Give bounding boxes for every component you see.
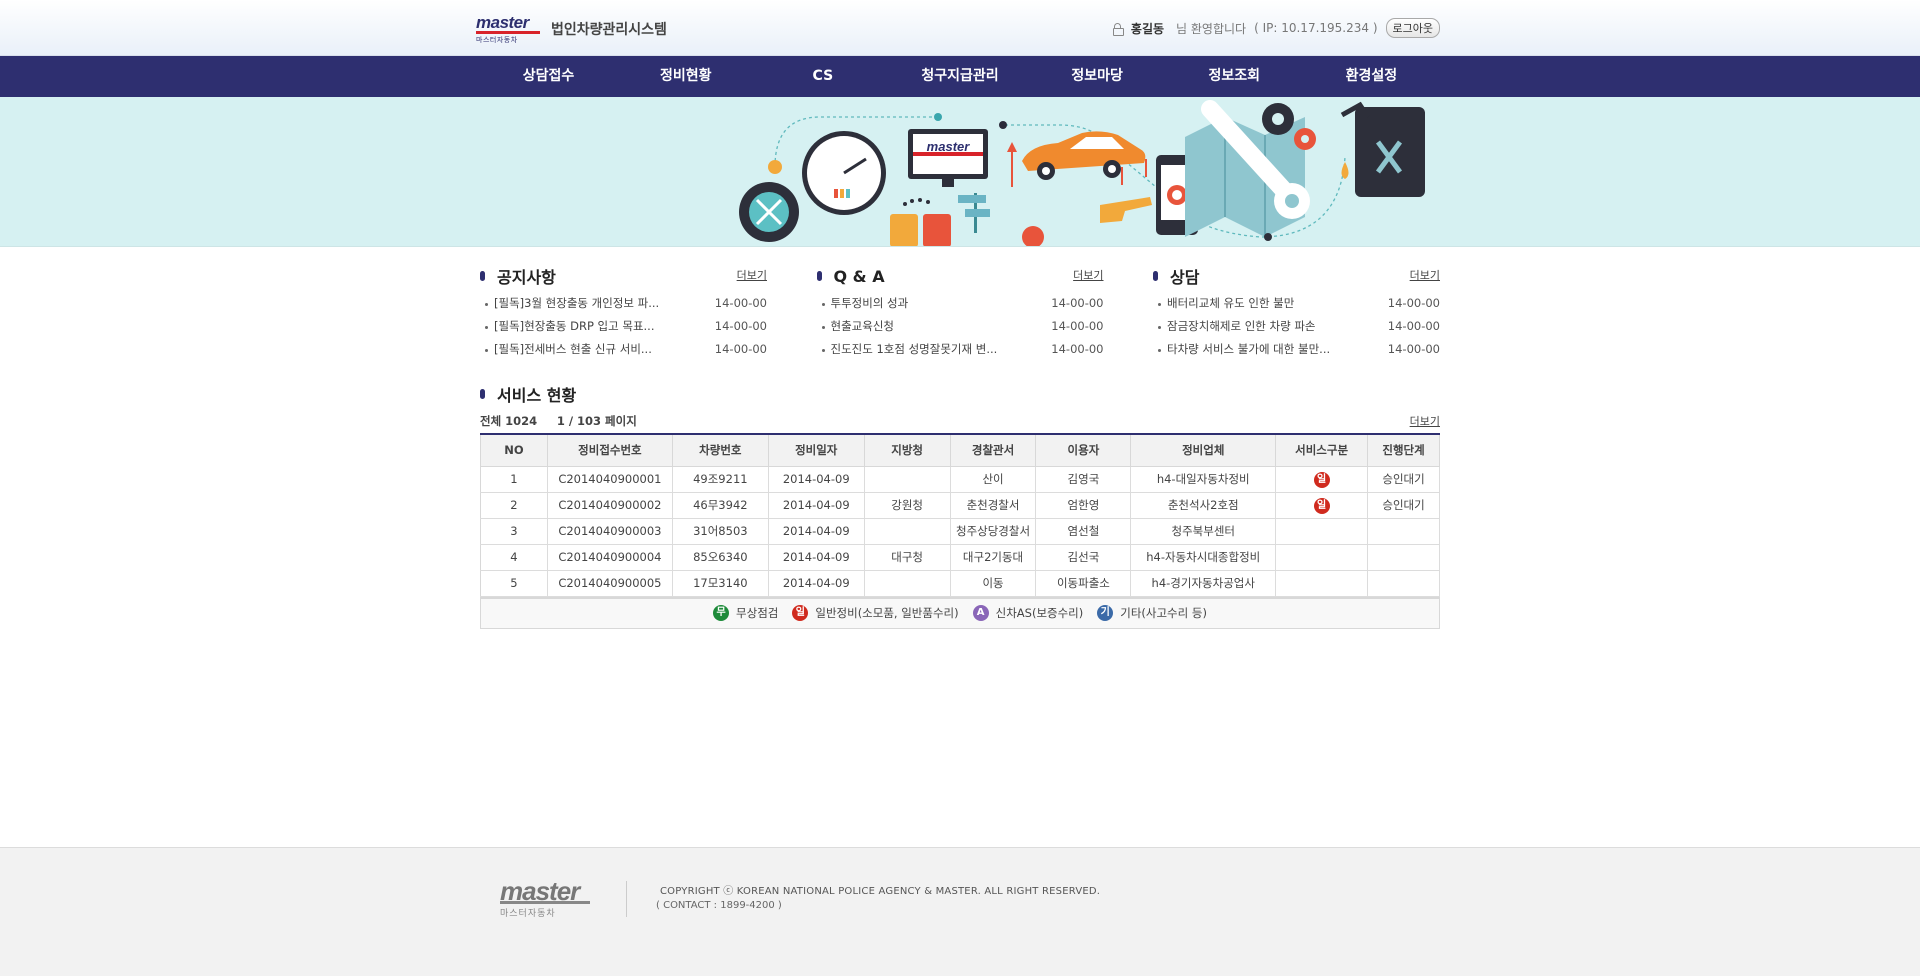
board-title: Q & A — [833, 266, 885, 286]
table-row[interactable]: 2 C2014040900002 46무3942 2014-04-09 강원청 … — [480, 491, 1440, 519]
ip-address: ( IP: 10.17.195.234 ) — [1254, 21, 1378, 35]
page-indicator: 1 / 103 페이지 — [556, 414, 637, 428]
column-header[interactable]: 서비스구분 — [1275, 434, 1369, 467]
free-inspection-badge: 무 — [713, 605, 730, 621]
board-title: 공지사항 — [497, 268, 556, 287]
service-status-section: 서비스 현황 전체 1024 1 / 103 페이지 더보기 NO 정비접수번호… — [480, 383, 1440, 629]
new-car-as-badge: A — [972, 605, 989, 621]
nav-item-billing[interactable]: 청구지급관리 — [891, 56, 1028, 97]
nav-item-info-board[interactable]: 정보마당 — [1029, 56, 1166, 97]
column-header[interactable]: 이용자 — [1035, 434, 1132, 467]
legend-item: 일 일반정비(소모품, 일반품수리) — [792, 605, 959, 621]
nav-item-cs[interactable]: CS — [754, 56, 891, 97]
logo-subtext: 마스터자동차 — [476, 36, 518, 44]
user-info: 홍길동 님 환영합니다 ( IP: 10.17.195.234 ) 로그아웃 — [1112, 18, 1440, 38]
nav-item-info-search[interactable]: 정보조회 — [1166, 56, 1303, 97]
footer-logo: master 마스터자동차 — [500, 878, 590, 919]
list-item[interactable]: 배터리교체 유도 인한 불만 14-00-00 — [1153, 292, 1440, 315]
list-item[interactable]: 잠금장치해제로 인한 차량 파손 14-00-00 — [1153, 315, 1440, 338]
other-badge: 기 — [1097, 605, 1114, 621]
column-header[interactable]: 정비접수번호 — [546, 434, 673, 467]
nav-item-consult[interactable]: 상담접수 — [480, 56, 617, 97]
car-icon — [1022, 131, 1146, 180]
hero-banner: master — [0, 97, 1920, 247]
main-content: 공지사항 더보기 [필독]3월 현장출동 개인정보 파... 14-00-00 [… — [480, 265, 1440, 629]
main-nav: 상담접수 정비현황 CS 청구지급관리 정보마당 정보조회 환경설정 — [0, 56, 1920, 97]
footer-divider — [626, 881, 627, 917]
bullet-icon — [816, 271, 822, 281]
banner-illustration: master — [739, 100, 1425, 246]
list-item[interactable]: 현출교육신청 14-00-00 — [817, 315, 1104, 338]
more-link[interactable]: 더보기 — [1410, 413, 1440, 429]
nav-menu: 상담접수 정비현황 CS 청구지급관리 정보마당 정보조회 환경설정 — [480, 56, 1440, 97]
table-row[interactable]: 1 C2014040900001 49조9211 2014-04-09 산이 김… — [480, 465, 1440, 493]
section-title: 서비스 현황 — [497, 386, 577, 405]
logout-button[interactable]: 로그아웃 — [1385, 18, 1440, 38]
service-table: NO 정비접수번호 차량번호 정비일자 지방청 경찰관서 이용자 정비업체 서비… — [480, 433, 1440, 597]
contact-text: ( CONTACT : 1899-4200 ) — [656, 900, 782, 911]
fuel-can-icon — [1340, 101, 1425, 197]
consult-board: 상담 더보기 배터리교체 유도 인한 불만 14-00-00 잠금장치해제로 인한… — [1153, 265, 1440, 361]
system-title: 법인차량관리시스템 — [551, 22, 667, 38]
bullet-icon — [480, 389, 485, 399]
column-header[interactable]: NO — [480, 434, 548, 467]
svg-text:master: master — [927, 139, 971, 154]
table-row[interactable]: 4 C2014040900004 85오6340 2014-04-09 대구청 … — [480, 543, 1440, 571]
list-item[interactable]: [필독]전세버스 현출 신규 서비... 14-00-00 — [480, 338, 767, 361]
table-row[interactable]: 5 C2014040900005 17모3140 2014-04-09 이동 이… — [480, 569, 1440, 597]
column-header[interactable]: 경찰관서 — [949, 434, 1037, 467]
bullet-icon — [1153, 271, 1158, 281]
column-header[interactable]: 차량번호 — [671, 434, 769, 467]
table-row[interactable]: 3 C2014040900003 31어8503 2014-04-09 청주상당… — [480, 517, 1440, 545]
user-name: 홍길동 — [1130, 21, 1165, 36]
legend-item: 무 무상점검 — [713, 605, 778, 621]
phones-icon — [890, 198, 951, 246]
speedometer-icon — [802, 131, 886, 215]
lock-icon — [1112, 22, 1124, 36]
service-legend: 무 무상점검 일 일반정비(소모품, 일반품수리) A 신차AS(보증수리) 기… — [480, 596, 1440, 629]
board-section: 공지사항 더보기 [필독]3월 현장출동 개인정보 파... 14-00-00 [… — [480, 265, 1440, 361]
more-link[interactable]: 더보기 — [1073, 267, 1103, 283]
list-item[interactable]: 타차량 서비스 불가에 대한 불만... 14-00-00 — [1153, 338, 1440, 361]
general-repair-badge: 일 — [1313, 471, 1330, 488]
column-header[interactable]: 정비업체 — [1130, 434, 1277, 467]
list-item[interactable]: [필독]현장출동 DRP 입고 목표... 14-00-00 — [480, 315, 767, 338]
legend-item: A 신차AS(보증수리) — [972, 605, 1083, 621]
monitor-icon: master — [908, 129, 988, 187]
nav-item-maintenance[interactable]: 정비현황 — [617, 56, 754, 97]
service-summary: 전체 1024 1 / 103 페이지 더보기 — [480, 413, 1440, 431]
qna-board: Q & A 더보기 투투정비의 성과 14-00-00 현출교육신청 14-00-0… — [816, 265, 1104, 361]
bullet-icon — [480, 271, 485, 281]
welcome-text: 님 환영합니다 — [1176, 21, 1247, 36]
top-header: master 마스터자동차 법인차량관리시스템 홍길동 님 환영합니다 ( IP… — [0, 0, 1920, 56]
legend-item: 기 기타(사고수리 등) — [1097, 605, 1207, 621]
list-item[interactable]: 진도진도 1호점 성명잘못기재 변... 14-00-00 — [817, 338, 1104, 361]
logo-text: master — [476, 14, 540, 34]
notice-board: 공지사항 더보기 [필독]3월 현장출동 개인정보 파... 14-00-00 [… — [480, 265, 767, 361]
copyright-text: COPYRIGHT ⓒ KOREAN NATIONAL POLICE AGENC… — [660, 886, 1101, 897]
master-logo[interactable]: master 마스터자동차 — [476, 14, 540, 44]
list-item[interactable]: 투투정비의 성과 14-00-00 — [817, 292, 1104, 315]
total-count: 전체 1024 — [480, 414, 538, 428]
table-header-row: NO 정비접수번호 차량번호 정비일자 지방청 경찰관서 이용자 정비업체 서비… — [480, 434, 1440, 467]
tire-icon — [739, 182, 799, 242]
board-title: 상담 — [1170, 268, 1200, 287]
list-item[interactable]: [필독]3월 현장출동 개인정보 파... 14-00-00 — [480, 292, 767, 315]
general-repair-badge: 일 — [1313, 497, 1330, 514]
column-header[interactable]: 정비일자 — [767, 434, 865, 467]
column-header[interactable]: 지방청 — [863, 434, 951, 467]
page-footer: master 마스터자동차 COPYRIGHT ⓒ KOREAN NATIONA… — [0, 847, 1920, 976]
nav-item-settings[interactable]: 환경설정 — [1303, 56, 1440, 97]
pointing-hand-icon — [1100, 197, 1152, 223]
column-header[interactable]: 진행단계 — [1367, 434, 1440, 467]
signpost-icon — [958, 193, 990, 233]
more-link[interactable]: 더보기 — [737, 267, 767, 283]
general-repair-badge: 일 — [792, 605, 809, 621]
more-link[interactable]: 더보기 — [1410, 267, 1440, 283]
